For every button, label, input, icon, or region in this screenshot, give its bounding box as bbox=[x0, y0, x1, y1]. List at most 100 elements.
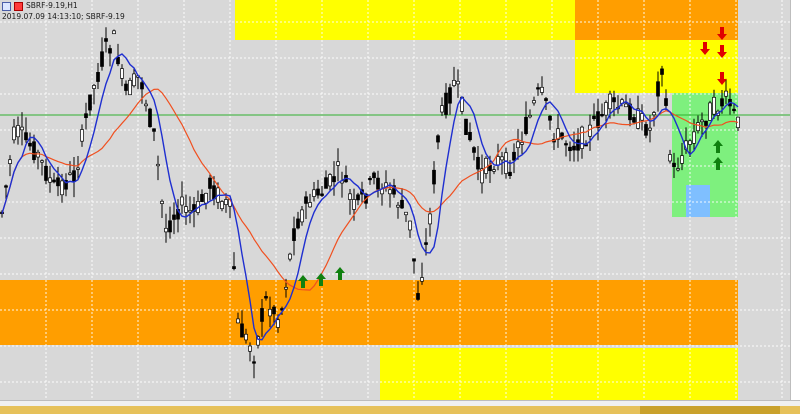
bullish-candle bbox=[336, 161, 340, 166]
bullish-candle bbox=[708, 102, 712, 121]
bullish-candle bbox=[700, 119, 704, 123]
bearish-candle bbox=[592, 115, 596, 120]
bullish-candle bbox=[492, 169, 496, 172]
bullish-candle bbox=[80, 129, 84, 142]
bearish-candle bbox=[368, 177, 372, 181]
bullish-candle bbox=[724, 90, 728, 97]
bullish-candle bbox=[128, 79, 132, 96]
supply-zone-yellow-top bbox=[235, 0, 575, 40]
bullish-candle bbox=[76, 167, 80, 170]
bullish-candle bbox=[688, 140, 692, 145]
bearish-candle bbox=[320, 193, 324, 196]
bullish-candle bbox=[668, 154, 672, 162]
properties-icon[interactable] bbox=[14, 1, 23, 11]
bullish-candle bbox=[456, 80, 460, 85]
bearish-candle bbox=[444, 92, 448, 115]
bullish-candle bbox=[640, 113, 644, 121]
bearish-candle bbox=[316, 188, 320, 196]
bullish-candle bbox=[220, 201, 224, 210]
candlestick-chart bbox=[0, 0, 790, 400]
bearish-candle bbox=[468, 131, 472, 141]
demand-zone-orange bbox=[0, 280, 738, 345]
bullish-candle bbox=[8, 159, 12, 164]
bearish-candle bbox=[96, 72, 100, 82]
bullish-candle bbox=[60, 180, 64, 196]
bearish-candle bbox=[448, 87, 452, 104]
bearish-candle bbox=[124, 83, 128, 91]
bullish-candle bbox=[440, 105, 444, 113]
bullish-candle bbox=[144, 103, 148, 107]
bearish-candle bbox=[424, 242, 428, 245]
bullish-candle bbox=[528, 115, 532, 118]
bullish-candle bbox=[580, 126, 584, 149]
bearish-candle bbox=[720, 98, 724, 107]
bearish-candle bbox=[356, 194, 360, 201]
supply-zone-orange-top bbox=[575, 0, 738, 40]
bullish-candle bbox=[12, 126, 16, 141]
bullish-candle bbox=[112, 30, 116, 35]
bearish-candle bbox=[252, 361, 256, 364]
bullish-candle bbox=[120, 68, 124, 79]
bearish-candle bbox=[436, 135, 440, 143]
bullish-candle bbox=[496, 156, 500, 166]
bearish-candle bbox=[232, 266, 236, 270]
bearish-candle bbox=[564, 143, 568, 146]
bullish-candle bbox=[16, 125, 20, 138]
bearish-candle bbox=[32, 141, 36, 161]
chart-title: SBRF-9.19,H1 bbox=[2, 1, 78, 11]
bullish-candle bbox=[248, 345, 252, 352]
bullish-candle bbox=[284, 286, 288, 290]
bearish-candle bbox=[324, 177, 328, 189]
symbol-timeframe-label: SBRF-9.19,H1 bbox=[26, 1, 78, 10]
bearish-candle bbox=[548, 115, 552, 121]
bearish-candle bbox=[664, 98, 668, 106]
bearish-candle bbox=[332, 176, 336, 183]
bearish-candle bbox=[432, 169, 436, 185]
bullish-candle bbox=[408, 220, 412, 231]
bearish-candle bbox=[568, 146, 572, 152]
bearish-candle bbox=[148, 108, 152, 128]
bearish-candle bbox=[304, 196, 308, 204]
bullish-candle bbox=[676, 168, 680, 171]
bearish-candle bbox=[56, 177, 60, 187]
scrollbar-thumb[interactable] bbox=[640, 406, 780, 414]
bearish-candle bbox=[72, 170, 76, 182]
bullish-candle bbox=[36, 151, 40, 158]
bullish-candle bbox=[532, 100, 536, 104]
bullish-candle bbox=[540, 86, 544, 93]
bearish-candle bbox=[672, 162, 676, 167]
chart-plot-area[interactable] bbox=[0, 0, 790, 400]
bullish-candle bbox=[312, 189, 316, 197]
bullish-candle bbox=[20, 126, 24, 131]
bullish-candle bbox=[268, 308, 272, 317]
bearish-candle bbox=[104, 38, 108, 42]
bearish-candle bbox=[512, 151, 516, 161]
bullish-candle bbox=[224, 199, 228, 206]
bullish-candle bbox=[328, 174, 332, 187]
chart-subtitle: 2019.07.09 14:13:10; SBRF-9.19 bbox=[2, 12, 125, 21]
bullish-candle bbox=[696, 122, 700, 132]
bearish-candle bbox=[44, 165, 48, 181]
bullish-candle bbox=[520, 142, 524, 145]
bearish-candle bbox=[732, 108, 736, 112]
bullish-candle bbox=[396, 204, 400, 208]
bullish-candle bbox=[404, 211, 408, 216]
bullish-candle bbox=[300, 209, 304, 223]
demand-zone-yellow-bottom bbox=[380, 348, 738, 400]
chart-window-icon[interactable] bbox=[2, 1, 11, 11]
bullish-candle bbox=[712, 96, 716, 115]
bearish-candle bbox=[412, 258, 416, 262]
bearish-candle bbox=[88, 94, 92, 111]
bearish-candle bbox=[100, 51, 104, 67]
bullish-candle bbox=[348, 193, 352, 200]
price-scale[interactable] bbox=[790, 0, 800, 400]
bearish-candle bbox=[108, 48, 112, 54]
bearish-candle bbox=[544, 98, 548, 101]
bullish-candle bbox=[452, 80, 456, 86]
bearish-candle bbox=[140, 82, 144, 90]
bearish-candle bbox=[704, 120, 708, 126]
bearish-candle bbox=[476, 156, 480, 170]
bearish-candle bbox=[208, 177, 212, 189]
bearish-candle bbox=[24, 132, 28, 141]
bullish-candle bbox=[608, 93, 612, 110]
